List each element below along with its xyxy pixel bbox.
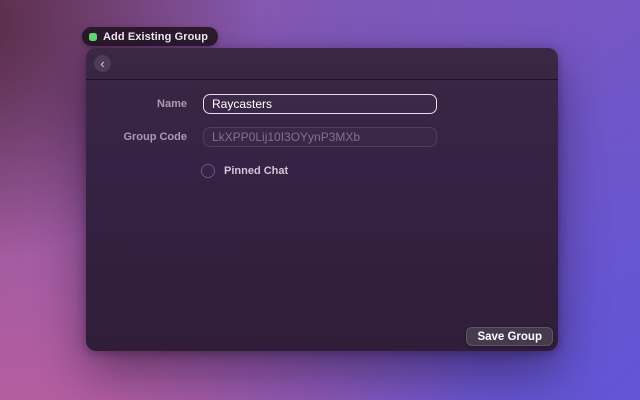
name-label: Name (86, 98, 187, 110)
group-code-input[interactable] (203, 127, 437, 147)
desktop-background: Add Existing Group ‹ Name Group Code Pin… (0, 0, 640, 400)
window-title: Add Existing Group (103, 31, 208, 43)
pinned-chat-row: Pinned Chat (201, 164, 558, 178)
pinned-chat-label: Pinned Chat (224, 165, 288, 177)
group-code-label: Group Code (86, 131, 187, 143)
group-code-row: Group Code (86, 127, 558, 147)
add-existing-group-window: ‹ Name Group Code Pinned Chat Save Group (86, 48, 558, 351)
save-group-button-label: Save Group (477, 331, 542, 343)
window-header: ‹ (86, 48, 558, 80)
pinned-chat-checkbox[interactable] (201, 164, 215, 178)
green-status-dot-icon (89, 33, 97, 41)
name-row: Name (86, 94, 558, 114)
save-group-button[interactable]: Save Group (466, 327, 553, 346)
window-title-badge: Add Existing Group (82, 27, 218, 46)
chevron-left-icon: ‹ (100, 56, 104, 71)
group-form: Name Group Code Pinned Chat (86, 80, 558, 178)
back-button[interactable]: ‹ (94, 55, 111, 72)
name-input[interactable] (203, 94, 437, 114)
